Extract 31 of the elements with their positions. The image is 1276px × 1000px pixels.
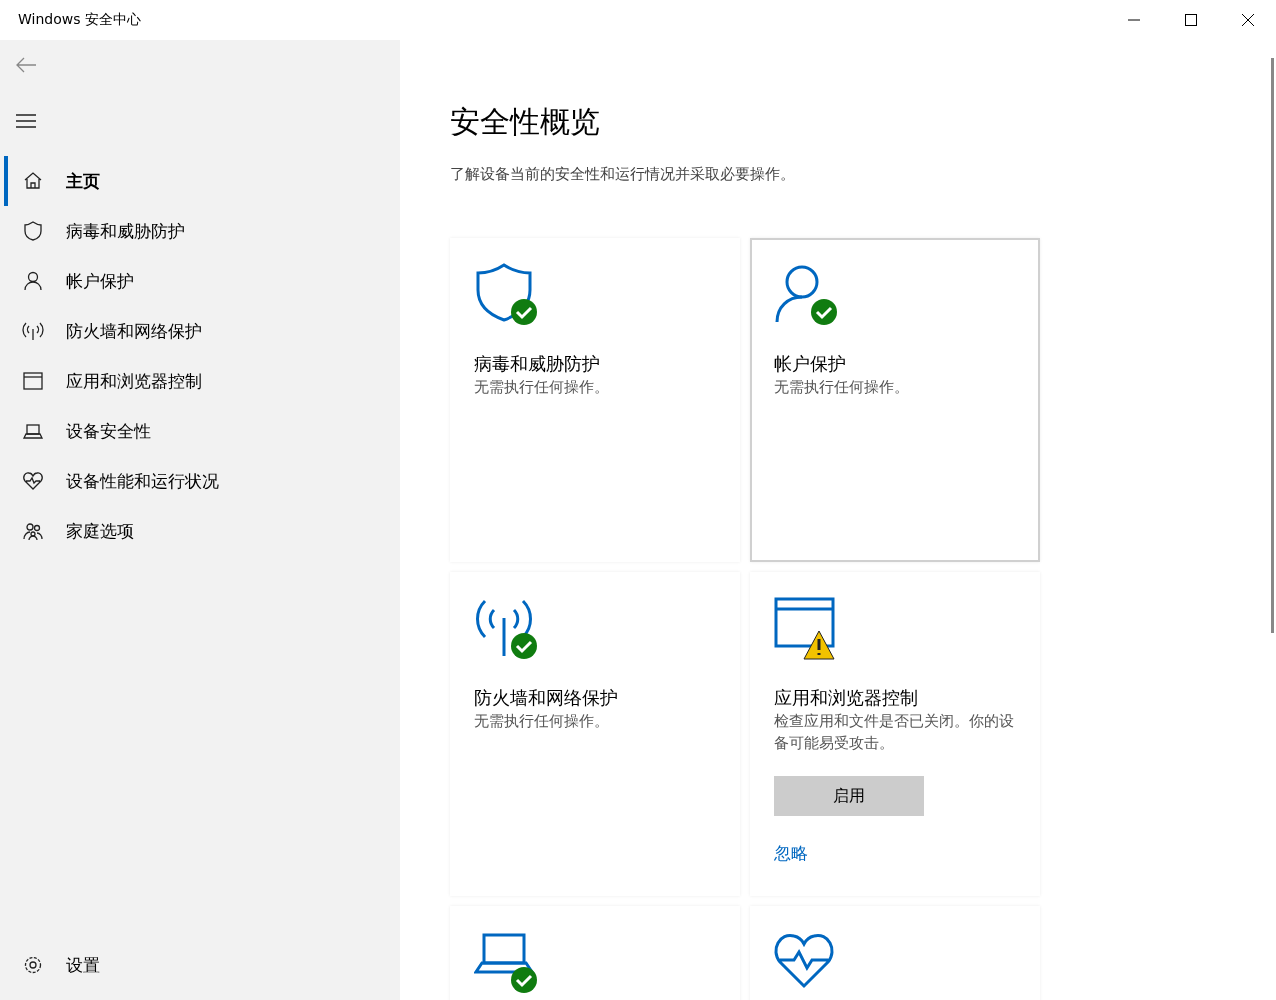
nav-item[interactable]: 防火墙和网络保护: [4, 306, 400, 356]
menu-icon: [16, 114, 36, 128]
nav-item[interactable]: 设备安全性: [4, 406, 400, 456]
home-icon: [22, 170, 44, 192]
window-title: Windows 安全中心: [17, 11, 142, 29]
scrollbar[interactable]: [1271, 58, 1274, 633]
maximize-icon: [1184, 14, 1197, 26]
person-icon: [22, 270, 44, 292]
nav-item[interactable]: 家庭选项: [4, 506, 400, 556]
nav-item[interactable]: 设备性能和运行状况: [4, 456, 400, 506]
turn-on-button[interactable]: 启用: [774, 776, 924, 816]
heart-icon: [22, 470, 44, 492]
page-title: 安全性概览: [450, 103, 601, 141]
status-card[interactable]: 帐户保护 无需执行任何操作。: [750, 238, 1040, 562]
close-icon: [1241, 14, 1254, 26]
nav-item[interactable]: 主页: [4, 156, 400, 206]
nav-item[interactable]: 应用和浏览器控制: [4, 356, 400, 406]
settings-item[interactable]: 设置: [4, 940, 400, 990]
status-card[interactable]: 病毒和威胁防护 无需执行任何操作。: [450, 238, 740, 562]
family-icon: [22, 520, 44, 542]
back-arrow-icon: [15, 57, 37, 73]
browser-window-icon: [22, 370, 44, 392]
nav-item[interactable]: 帐户保护: [4, 256, 400, 306]
antenna-icon: [22, 320, 44, 342]
status-card[interactable]: 防火墙和网络保护 无需执行任何操作。: [450, 572, 740, 896]
nav-item[interactable]: 病毒和威胁防护: [4, 206, 400, 256]
settings-icon: [22, 954, 44, 976]
shield-icon: [22, 220, 44, 242]
status-card[interactable]: 应用和浏览器控制 检查应用和文件是否已关闭。你的设备可能易受攻击。 启用 忽略: [750, 572, 1040, 896]
dismiss-link[interactable]: 忽略: [774, 842, 808, 865]
page-subtitle: 了解设备当前的安全性和运行情况并采取必要操作。: [450, 165, 796, 184]
